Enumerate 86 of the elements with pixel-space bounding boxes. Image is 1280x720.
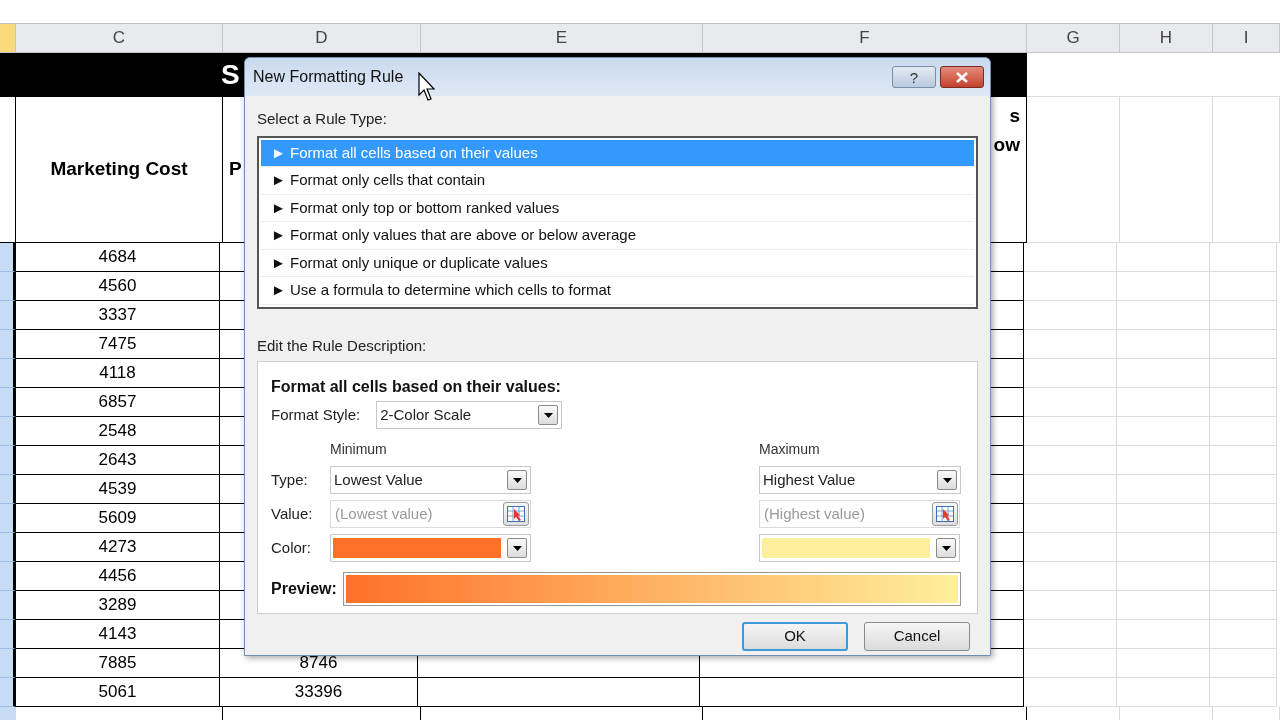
table-cell-text: 4560 bbox=[98, 275, 137, 298]
table-cell bbox=[1210, 475, 1277, 504]
table-cell bbox=[1210, 359, 1277, 388]
color-picker[interactable] bbox=[759, 534, 960, 562]
table-cell bbox=[1210, 446, 1277, 475]
table-cell bbox=[1210, 533, 1277, 562]
table-cell-text: 3337 bbox=[98, 304, 137, 327]
table-cell-text: 2643 bbox=[98, 449, 137, 472]
sheet-title: S bbox=[221, 58, 240, 92]
column-heading: s bbox=[1009, 104, 1020, 128]
table-cell bbox=[1210, 591, 1277, 620]
dropdown-button[interactable] bbox=[538, 405, 559, 425]
section-label: Select a Rule Type: bbox=[257, 109, 388, 129]
type-dropdown[interactable]: Lowest Value bbox=[330, 466, 531, 494]
table-cell bbox=[1210, 330, 1277, 359]
table-cell: 33396 bbox=[220, 678, 418, 707]
table-cell-text: 4684 bbox=[98, 246, 137, 269]
table-cell bbox=[1210, 562, 1277, 591]
field-label: Color: bbox=[271, 537, 312, 558]
table-cell bbox=[1210, 649, 1277, 678]
rule-type-item[interactable]: ► Format only top or bottom ranked values bbox=[261, 194, 974, 222]
help-button[interactable]: ? bbox=[892, 66, 936, 88]
table-cell bbox=[1210, 388, 1277, 417]
window-title: New Formatting Rule bbox=[253, 67, 404, 87]
field-label: Type: bbox=[271, 469, 309, 490]
column-header[interactable]: G bbox=[1027, 24, 1120, 52]
table-cell-text: 4456 bbox=[98, 565, 137, 588]
field-label: Format Style: bbox=[271, 404, 361, 425]
table-cell-text: 5609 bbox=[98, 507, 137, 530]
caret-icon bbox=[941, 545, 951, 551]
table-cell bbox=[1210, 620, 1277, 649]
column-header[interactable]: C bbox=[16, 24, 223, 52]
table-cell-text: 2548 bbox=[98, 420, 137, 443]
rule-type-item[interactable]: ► Format only cells that contain bbox=[261, 167, 974, 195]
dialog-button[interactable]: Cancel bbox=[864, 622, 970, 651]
rule-type-item[interactable]: ► Format only values that are above or below average bbox=[261, 222, 974, 250]
caret-icon bbox=[942, 477, 952, 483]
table-cell bbox=[1210, 301, 1277, 330]
range-picker-button[interactable] bbox=[932, 502, 958, 526]
column-header[interactable]: H bbox=[1120, 24, 1213, 52]
table-cell bbox=[1210, 504, 1277, 533]
close-button[interactable] bbox=[940, 66, 984, 88]
column-heading: ow bbox=[993, 133, 1020, 157]
rule-type-item[interactable]: ► Format only unique or duplicate values bbox=[261, 249, 974, 277]
column-header[interactable]: D bbox=[223, 24, 421, 52]
table-cell-text: 3289 bbox=[98, 594, 137, 617]
mouse-pointer-icon bbox=[418, 72, 438, 102]
table-cell-text: 4273 bbox=[98, 536, 137, 559]
column-heading: Marketing Cost bbox=[50, 157, 188, 182]
description-heading: Format all cells based on their values: bbox=[271, 377, 562, 397]
rule-type-item[interactable]: ► Use a formula to determine which cells to format bbox=[261, 277, 974, 305]
caret-icon bbox=[543, 412, 553, 418]
grid-arrow-icon bbox=[936, 506, 954, 522]
field-label: Value: bbox=[271, 503, 314, 524]
dropdown-button[interactable] bbox=[507, 470, 527, 490]
dropdown-button[interactable] bbox=[936, 538, 956, 558]
column-header[interactable]: F bbox=[703, 24, 1027, 52]
column-heading: P bbox=[229, 157, 242, 182]
table-cell-text: 4118 bbox=[99, 362, 136, 385]
type-dropdown[interactable]: Highest Value bbox=[759, 466, 961, 494]
color-picker[interactable] bbox=[330, 534, 531, 562]
column-label: Maximum bbox=[759, 440, 821, 459]
column-header[interactable]: E bbox=[421, 24, 703, 52]
table-cell bbox=[1210, 417, 1277, 446]
close-icon bbox=[955, 71, 969, 83]
table-cell-text: 5061 bbox=[98, 681, 137, 704]
section-label: Edit the Rule Description: bbox=[257, 335, 428, 356]
dropdown-button[interactable] bbox=[937, 470, 957, 490]
column-label: Minimum bbox=[330, 440, 388, 459]
table-cell-text: 4143 bbox=[98, 623, 137, 646]
dialog-button[interactable]: OK bbox=[742, 622, 848, 651]
table-cell-text: 4539 bbox=[98, 478, 137, 501]
field-label: Preview: bbox=[271, 579, 337, 599]
caret-icon bbox=[512, 477, 522, 483]
table-cell bbox=[1210, 272, 1277, 301]
range-picker-button[interactable] bbox=[503, 502, 529, 526]
format-style-dropdown[interactable]: 2-Color Scale bbox=[376, 401, 563, 429]
caret-icon bbox=[512, 545, 522, 551]
table-cell bbox=[1210, 678, 1277, 707]
table-cell-text: 7885 bbox=[98, 652, 137, 675]
dropdown-button[interactable] bbox=[507, 538, 527, 558]
table-cell-text: 6857 bbox=[98, 391, 137, 414]
grid-arrow-icon bbox=[507, 506, 525, 522]
table-cell bbox=[1210, 243, 1277, 272]
table-cell-text: 7475 bbox=[98, 333, 137, 356]
column-header[interactable]: I bbox=[1213, 24, 1280, 52]
